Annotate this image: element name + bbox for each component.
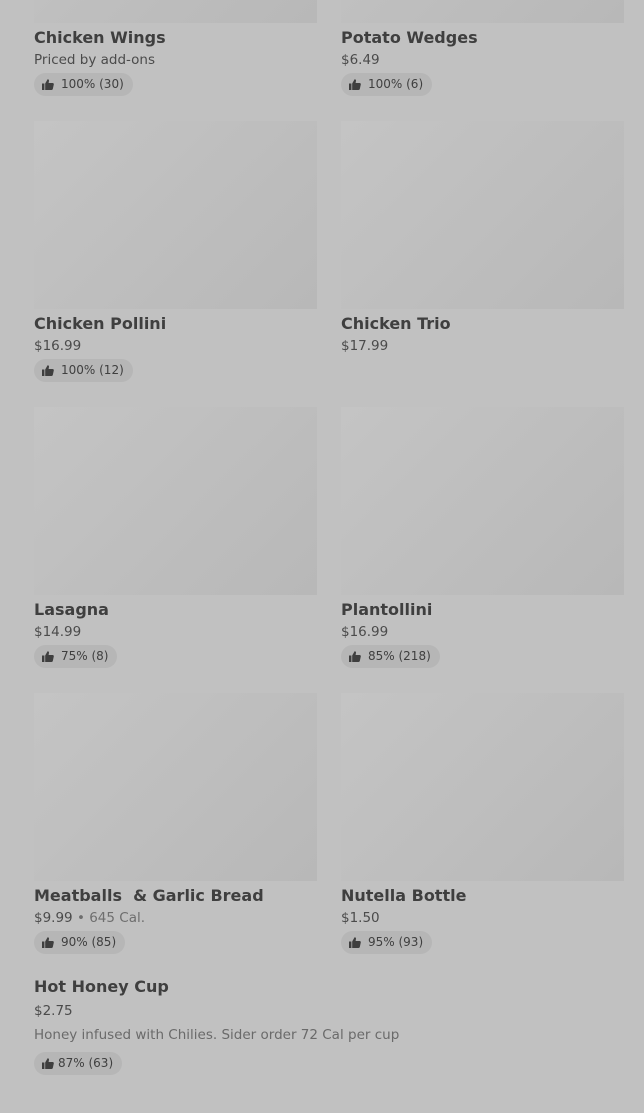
rating-text: 95% (93) [368, 935, 424, 949]
item-image [34, 407, 317, 595]
item-name: Hot Honey Cup [34, 977, 169, 996]
rating-text: 85% (218) [368, 649, 431, 663]
item-name: Potato Wedges [341, 28, 478, 47]
item-name: Chicken Trio [341, 314, 451, 333]
separator-dot: • [76, 910, 90, 926]
rating-badge: 75% (8) [34, 645, 118, 668]
thumbs-up-icon [349, 79, 361, 90]
item-name: Nutella Bottle [341, 886, 467, 905]
item-image [341, 121, 624, 309]
item-price: $17.99 [341, 338, 389, 354]
item-name: Plantollini [341, 600, 433, 619]
rating-badge: 90% (85) [34, 931, 126, 954]
thumbs-up-icon [42, 79, 54, 90]
menu-item-card[interactable]: Chicken Wings Priced by add-ons 100% (30… [34, 0, 317, 96]
menu-item-card[interactable]: Plantollini $16.99 85% (218) [341, 407, 624, 668]
rating-text: 90% (85) [61, 935, 117, 949]
item-image [341, 0, 624, 23]
item-price: $16.99 [341, 624, 389, 640]
item-price: $2.75 [34, 1003, 73, 1019]
item-calories: 645 Cal. [89, 910, 146, 926]
item-price: $16.99 [34, 338, 82, 354]
rating-text: 87% (63) [58, 1056, 114, 1070]
menu-item-card[interactable]: Lasagna $14.99 75% (8) [34, 407, 317, 668]
item-name: Lasagna [34, 600, 109, 619]
item-image [341, 407, 624, 595]
thumbs-up-icon [42, 1058, 54, 1069]
item-price: $9.99 [34, 910, 73, 926]
thumbs-up-icon [349, 651, 361, 662]
thumbs-up-icon [42, 937, 54, 948]
rating-badge: 100% (6) [341, 73, 433, 96]
menu-item-card[interactable]: Nutella Bottle $1.50 95% (93) [341, 693, 624, 954]
item-name: Meatballs & Garlic Bread [34, 886, 264, 905]
item-price: $14.99 [34, 624, 82, 640]
item-description: Honey infused with Chilies. Sider order … [34, 1027, 400, 1043]
menu-item-card-wide[interactable]: Hot Honey Cup $2.75 Honey infused with C… [34, 977, 624, 1075]
item-price: Priced by add-ons [34, 52, 156, 68]
rating-text: 100% (12) [61, 363, 124, 377]
thumbs-up-icon [42, 365, 54, 376]
menu-item-card[interactable]: Chicken Pollini $16.99 100% (12) [34, 121, 317, 382]
rating-badge: 87% (63) [34, 1052, 123, 1075]
item-name: Chicken Pollini [34, 314, 167, 333]
item-price: $1.50 [341, 910, 380, 926]
rating-badge: 85% (218) [341, 645, 440, 668]
rating-text: 100% (6) [368, 77, 424, 91]
item-price-line: $9.99 • 645 Cal. [34, 909, 317, 927]
menu-item-card[interactable]: Potato Wedges $6.49 100% (6) [341, 0, 624, 96]
menu-item-card[interactable]: Meatballs & Garlic Bread $9.99 • 645 Cal… [34, 693, 317, 954]
rating-text: 75% (8) [61, 649, 109, 663]
item-image [341, 693, 624, 881]
item-image [34, 121, 317, 309]
item-price: $6.49 [341, 52, 380, 68]
item-name: Chicken Wings [34, 28, 166, 47]
item-image [34, 693, 317, 881]
rating-badge: 100% (30) [34, 73, 133, 96]
rating-text: 100% (30) [61, 77, 124, 91]
thumbs-up-icon [349, 937, 361, 948]
rating-badge: 100% (12) [34, 359, 133, 382]
menu-item-card[interactable]: Chicken Trio $17.99 [341, 121, 624, 355]
thumbs-up-icon [42, 651, 54, 662]
item-image [34, 0, 317, 23]
rating-badge: 95% (93) [341, 931, 433, 954]
